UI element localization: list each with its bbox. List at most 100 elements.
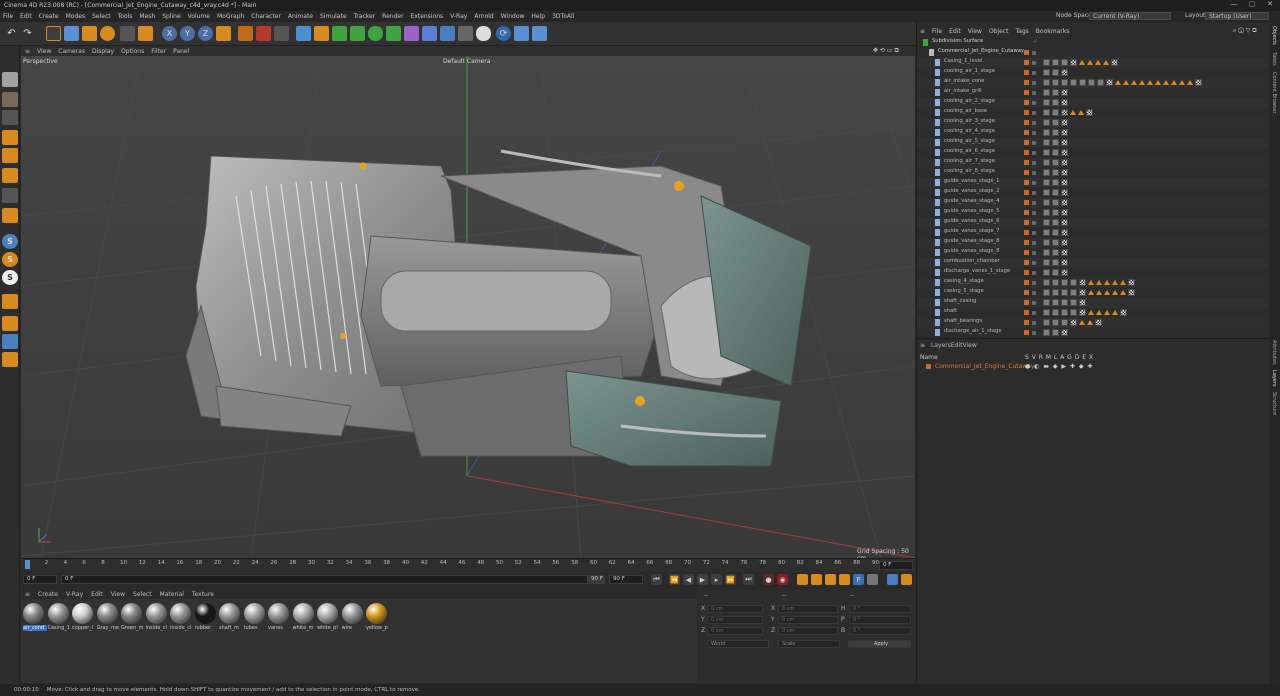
material-tag-icon[interactable] [1052,159,1059,166]
move-icon[interactable] [64,26,79,41]
uvw-tag-icon[interactable] [1128,279,1135,286]
layer-row[interactable]: Commercial_Jet_Engine_Cutaway ● ◐ ▬ ◆ ▶ … [920,362,1265,371]
object-row[interactable]: cooling_air_5_stage [917,138,1267,148]
polygons-mode-icon[interactable] [2,168,18,183]
texture-tag-icon[interactable] [1070,319,1077,326]
object-name[interactable]: cooling_air_base [944,108,987,114]
uvw-tag-icon[interactable] [1128,289,1135,296]
prev-frame-icon[interactable]: ◀ [683,574,694,585]
object-row[interactable]: cooling_air_2_stage [917,98,1267,108]
prev-key-icon[interactable]: ⏪ [669,574,680,585]
layer-color-icon[interactable] [1024,320,1029,325]
edges-mode-icon[interactable] [2,148,18,163]
vray-tag-icon[interactable] [1147,80,1153,85]
vray-tag-icon[interactable] [1103,60,1109,65]
uvw-tag-icon[interactable] [1120,309,1127,316]
material-swatch[interactable]: white_m [292,603,315,631]
texture-mode-icon[interactable] [2,92,18,107]
subdivision-icon[interactable] [332,26,347,41]
material-swatch[interactable]: tubes [243,603,266,631]
layer-menu-edit[interactable]: Edit [951,342,963,349]
material-tag-icon[interactable] [1052,149,1059,156]
start-frame-field[interactable]: 0 F [23,575,57,584]
vray-tag-icon[interactable] [1131,80,1137,85]
material-swatch[interactable]: inside_cl [170,603,192,631]
texture-tag-icon[interactable] [1061,109,1068,116]
material-tag-icon[interactable] [1043,139,1050,146]
tab-structure[interactable]: Structure [1271,392,1277,415]
object-name[interactable]: guide_vanes_stage_6 [944,218,999,224]
material-tag-icon[interactable] [1043,309,1050,316]
layer-color-icon[interactable] [1024,280,1029,285]
object-menu-file[interactable]: File [932,28,942,35]
material-tag-icon[interactable] [1043,169,1050,176]
axis-mode-icon[interactable] [2,188,18,203]
layer-color-icon[interactable] [1024,90,1029,95]
layer-menu-view[interactable]: View [963,342,977,349]
texture-tag-icon[interactable] [1061,249,1068,256]
object-name[interactable]: discharge_air_1_stage [944,328,1002,334]
object-name[interactable]: cooling_air_8_stage [944,168,995,174]
object-name[interactable]: cooling_air_7_stage [944,158,995,164]
fcurve-icon[interactable] [901,574,912,585]
object-name[interactable]: guide_vanes_stage_8 [944,248,999,254]
visibility-dots-icon[interactable] [1032,311,1036,315]
visibility-dots-icon[interactable] [1032,61,1036,65]
render-settings-icon[interactable] [274,26,289,41]
layout-dropdown[interactable]: Startup (User) [1205,12,1269,20]
vray-tag-icon[interactable] [1155,80,1161,85]
material-tag-icon[interactable] [1052,129,1059,136]
object-name[interactable]: cooling_air_1_stage [944,68,995,74]
rot-h-field[interactable]: 0 ° [849,605,911,613]
visibility-dots-icon[interactable] [1032,141,1036,145]
vray-tag-icon[interactable] [1078,110,1084,115]
texture-tag-icon[interactable] [1079,299,1086,306]
object-name[interactable]: discharge_vanes_1_stage [944,268,1010,274]
material-tag-icon[interactable] [1052,299,1059,306]
vray-tag-icon[interactable] [1120,290,1126,295]
layer-flag-icons[interactable]: ● ◐ ▬ ◆ ▶ ✚ ◆ ✚ [1025,363,1093,370]
texture-tag-icon[interactable] [1061,229,1068,236]
object-row[interactable]: discharge_air_1_stage [917,328,1267,338]
go-to-start-icon[interactable]: ⏮ [651,574,662,585]
menu-volume[interactable]: Volume [188,13,210,20]
vray-tag-icon[interactable] [1163,80,1169,85]
material-tag-icon[interactable] [1052,269,1059,276]
render-view-icon[interactable] [238,26,253,41]
object-row[interactable]: cooling_air_6_stage [917,148,1267,158]
object-name[interactable]: shaft [944,308,957,314]
material-tag-icon[interactable] [1043,259,1050,266]
vray-tag-icon[interactable] [1096,310,1102,315]
layer-color-icon[interactable] [1024,160,1029,165]
layer-color-icon[interactable] [1024,310,1029,315]
material-tag-icon[interactable] [1061,309,1068,316]
grid-icon[interactable] [440,26,455,41]
layer-color-icon[interactable] [1024,250,1029,255]
menu-3dtoall[interactable]: 3DToAll [552,13,574,20]
visibility-dots-icon[interactable] [1032,131,1036,135]
material-menu-texture[interactable]: Texture [192,591,214,598]
layer-color-icon[interactable] [1024,270,1029,275]
enabled-check-icon[interactable]: ✓ [1033,38,1038,45]
vray-tag-icon[interactable] [1123,80,1129,85]
visibility-dots-icon[interactable] [1032,151,1036,155]
key-move-icon[interactable] [797,574,808,585]
visibility-dots-icon[interactable] [1032,251,1036,255]
menu-edit[interactable]: Edit [20,13,32,20]
object-name[interactable]: cooling_air_4_stage [944,128,995,134]
layer-color-icon[interactable] [1024,200,1029,205]
autokey-icon[interactable]: ◉ [777,574,788,585]
vray-tag-icon[interactable] [1104,280,1110,285]
texture-tag-icon[interactable] [1106,79,1113,86]
material-tag-icon[interactable] [1043,59,1050,66]
material-menu-select[interactable]: Select [133,591,152,598]
coordinate-system-icon[interactable] [216,26,231,41]
visibility-dots-icon[interactable] [1032,51,1036,55]
uvw-tag-icon[interactable] [1086,109,1093,116]
play-icon[interactable]: ▶ [697,574,708,585]
material-tag-icon[interactable] [1043,249,1050,256]
texture-tag-icon[interactable] [1061,119,1068,126]
object-name[interactable]: cooling_air_5_stage [944,138,995,144]
material-tag-icon[interactable] [1043,209,1050,216]
pen-icon[interactable] [314,26,329,41]
